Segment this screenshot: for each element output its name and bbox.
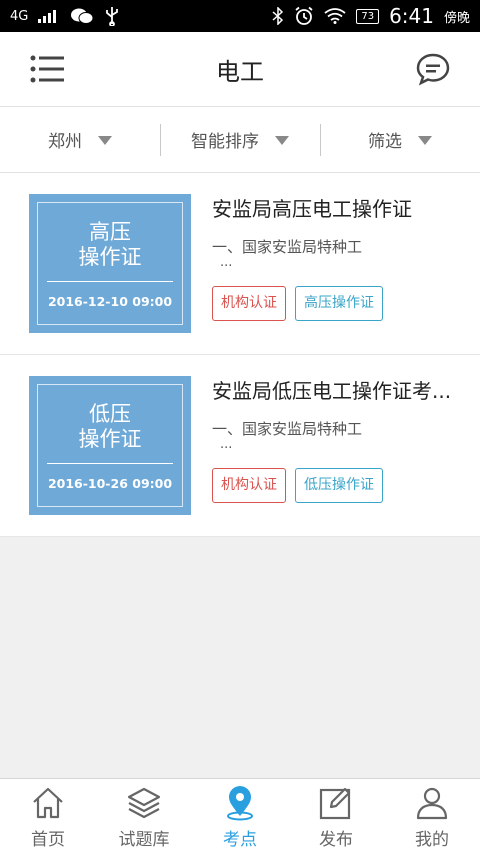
tab-mine[interactable]: 我的 — [384, 779, 480, 853]
filter-city[interactable]: 郑州 — [0, 107, 160, 172]
tab-home[interactable]: 首页 — [0, 779, 96, 853]
item-desc: 一、国家安监局特种工 — [212, 420, 363, 438]
list-item[interactable]: 低压 操作证 2016-10-26 09:00 安监局低压电工操作证考... 一… — [0, 355, 480, 537]
network-type: 4G — [10, 8, 29, 24]
edit-icon — [319, 787, 351, 820]
thumb-divider — [47, 463, 173, 464]
item-desc-more: ... — [220, 255, 233, 270]
tab-publish[interactable]: 发布 — [288, 779, 384, 853]
bottom-tab-bar: 首页 试题库 考点 发布 我的 — [0, 778, 480, 853]
clock-period: 傍晚 — [443, 10, 470, 26]
tag-category: 高压操作证 — [295, 286, 383, 321]
list-menu-icon[interactable] — [30, 54, 64, 84]
course-list: 高压 操作证 2016-12-10 09:00 安监局高压电工操作证 一、国家安… — [0, 173, 480, 537]
thumb-title-line: 操作证 — [78, 427, 142, 451]
tab-question-bank[interactable]: 试题库 — [96, 779, 192, 853]
wechat-icon — [71, 8, 94, 24]
user-icon — [416, 787, 448, 820]
tab-exam-sites[interactable]: 考点 — [192, 779, 288, 853]
tab-exam-sites-label: 考点 — [223, 830, 257, 850]
chat-bubble-icon[interactable] — [416, 52, 450, 86]
location-pin-icon — [227, 786, 253, 821]
thumb-date: 2016-10-26 09:00 — [47, 476, 173, 491]
tab-home-label: 首页 — [31, 830, 65, 850]
battery-level: 73 — [356, 8, 380, 24]
filter-sort[interactable]: 智能排序 — [160, 107, 320, 172]
clock-time: 6:41 — [389, 4, 434, 28]
thumb-title-line: 操作证 — [78, 245, 142, 269]
item-title: 安监局高压电工操作证 — [212, 197, 412, 221]
item-thumbnail: 高压 操作证 2016-12-10 09:00 — [29, 194, 191, 333]
item-thumbnail: 低压 操作证 2016-10-26 09:00 — [29, 376, 191, 515]
bluetooth-icon — [272, 7, 284, 25]
list-item[interactable]: 高压 操作证 2016-12-10 09:00 安监局高压电工操作证 一、国家安… — [0, 173, 480, 355]
caret-down-icon — [275, 136, 289, 145]
alarm-icon — [295, 6, 313, 25]
caret-down-icon — [418, 136, 432, 145]
tab-mine-label: 我的 — [415, 830, 449, 850]
thumb-title-line: 低压 — [89, 402, 131, 426]
tab-question-bank-label: 试题库 — [118, 830, 170, 850]
filter-bar: 郑州 智能排序 筛选 — [0, 107, 480, 173]
tag-category: 低压操作证 — [295, 468, 383, 503]
signal-icon — [38, 10, 57, 23]
filter-screen-label: 筛选 — [368, 132, 402, 152]
thumb-date: 2016-12-10 09:00 — [47, 294, 173, 309]
tag-certified: 机构认证 — [212, 468, 286, 503]
item-desc: 一、国家安监局特种工 — [212, 238, 363, 256]
tab-publish-label: 发布 — [319, 830, 353, 850]
page-title: 电工 — [216, 57, 264, 86]
wifi-icon — [324, 8, 346, 24]
caret-down-icon — [98, 136, 112, 145]
tag-certified: 机构认证 — [212, 286, 286, 321]
app-bar: 电工 — [0, 32, 480, 107]
layers-icon — [127, 787, 161, 819]
item-desc-more: ... — [220, 437, 233, 452]
item-title: 安监局低压电工操作证考... — [212, 379, 452, 403]
thumb-divider — [47, 281, 173, 282]
filter-sort-label: 智能排序 — [191, 132, 259, 152]
usb-icon — [106, 7, 119, 26]
status-bar: 4G 73 6:41 傍晚 — [0, 0, 480, 32]
filter-city-label: 郑州 — [48, 132, 82, 152]
home-icon — [33, 787, 63, 819]
thumb-title-line: 高压 — [89, 220, 131, 244]
filter-screen[interactable]: 筛选 — [320, 107, 480, 172]
